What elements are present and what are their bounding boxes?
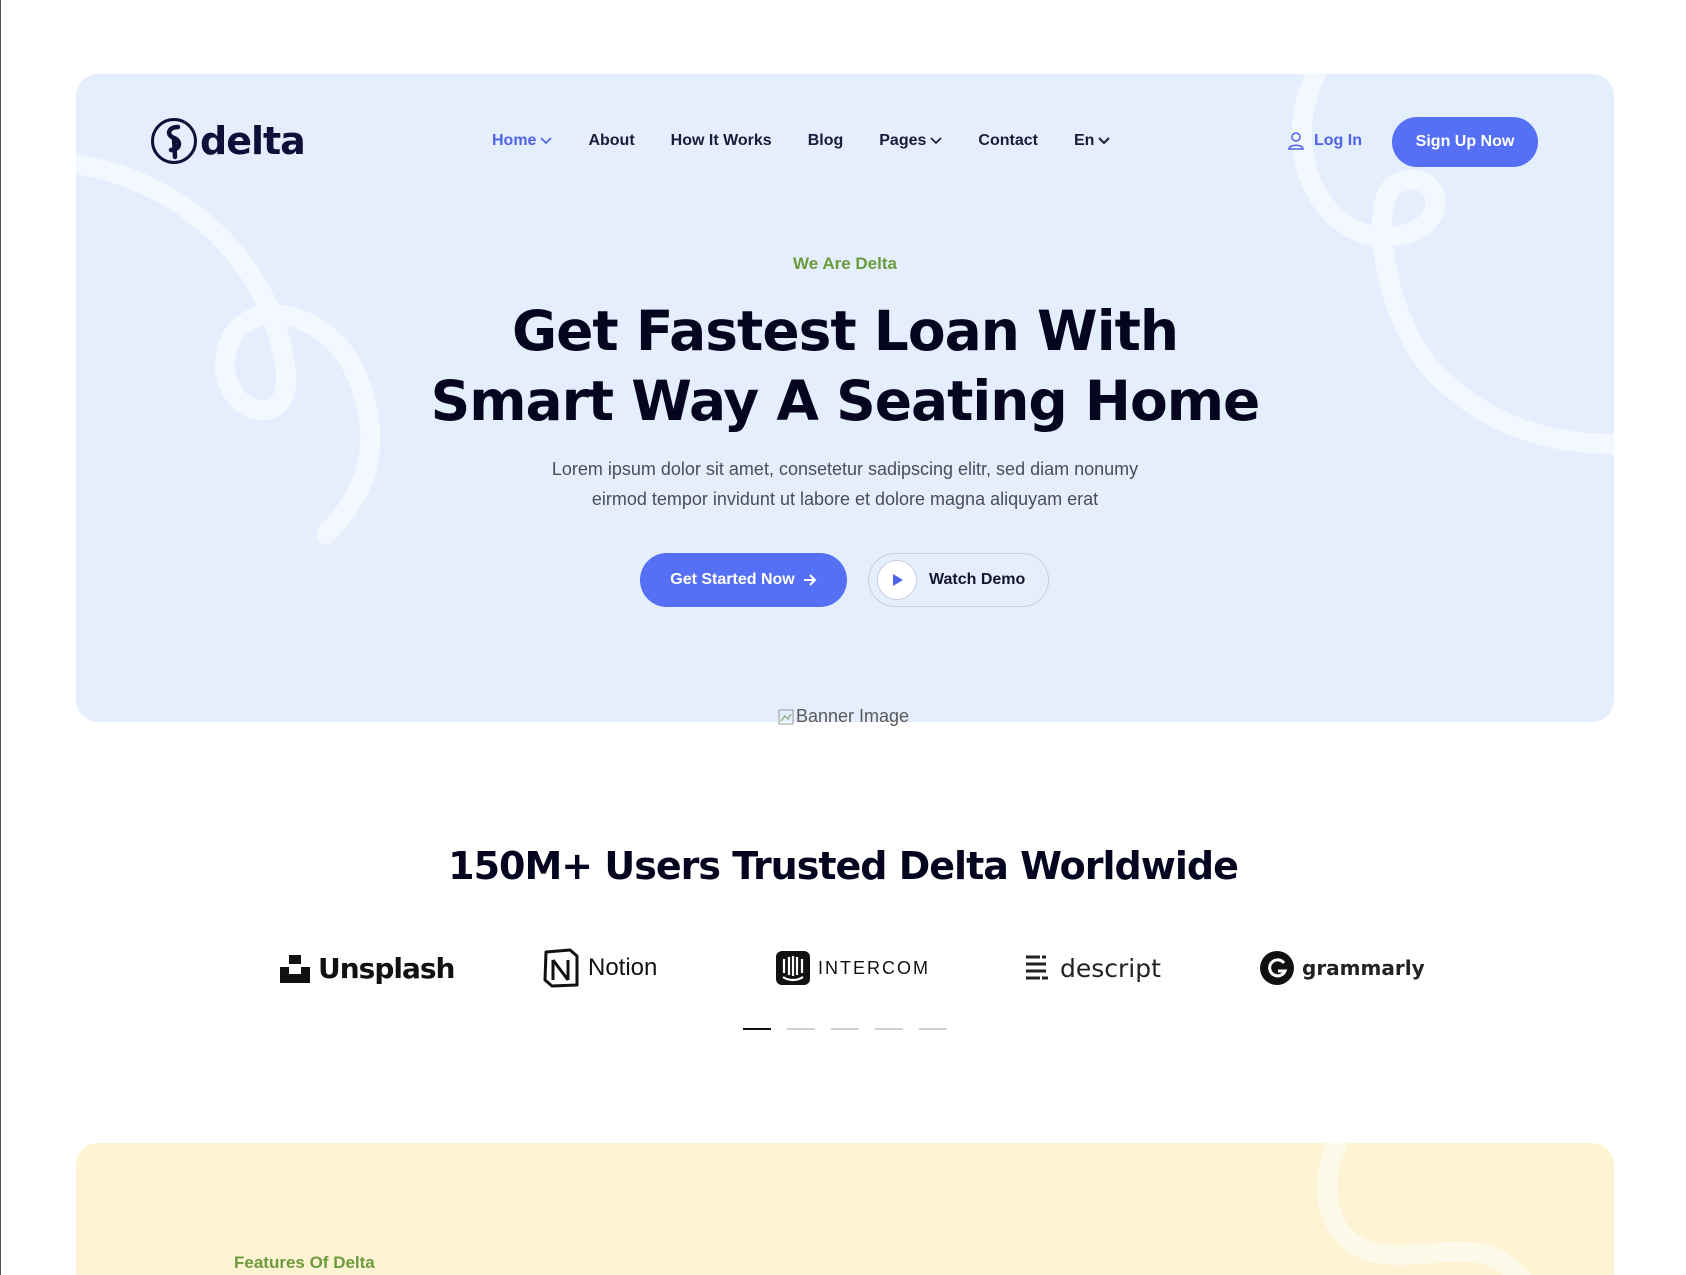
hero-headline: Get Fastest Loan With Smart Way A Seatin… — [345, 296, 1345, 436]
features-eyebrow: Features Of Delta — [234, 1253, 375, 1272]
nav-item-label: Blog — [807, 132, 844, 149]
features-section: Features Of Delta — [76, 1143, 1614, 1275]
sign-up-button[interactable]: Sign Up Now — [1392, 117, 1538, 167]
hero-section: delta Home About How It Works Blog Pages… — [76, 74, 1614, 722]
brand-logo-descript: descript — [1024, 946, 1161, 990]
language-selector[interactable]: En — [1073, 132, 1111, 150]
chevron-down-icon — [540, 137, 553, 145]
slider-dot[interactable] — [831, 1028, 859, 1030]
brand-logo[interactable]: delta — [150, 117, 306, 165]
main-nav: Home About How It Works Blog Pages Conta… — [492, 132, 1111, 150]
slider-dot[interactable] — [787, 1028, 815, 1030]
nav-item-label: Home — [492, 132, 537, 149]
hero-eyebrow: We Are Delta — [793, 254, 897, 273]
headline-line-2: Smart Way A Seating Home — [430, 369, 1261, 433]
brand-logo-unsplash: Unsplash — [280, 946, 455, 990]
intercom-icon — [776, 951, 810, 985]
slider-dot[interactable] — [875, 1028, 903, 1030]
description-line-2: eirmod tempor invidunt ut labore et dolo… — [591, 489, 1099, 509]
grammarly-icon — [1260, 951, 1294, 985]
brand-name-grammarly: grammarly — [1302, 956, 1425, 980]
login-link[interactable]: Log In — [1288, 132, 1362, 150]
nav-item-about[interactable]: About — [588, 132, 634, 150]
login-label: Log In — [1314, 132, 1362, 149]
user-icon — [1288, 132, 1304, 150]
nav-item-home[interactable]: Home — [492, 132, 553, 150]
window-edge — [0, 0, 1, 1275]
get-started-label: Get Started Now — [670, 571, 795, 588]
nav-item-how-it-works[interactable]: How It Works — [671, 132, 772, 150]
arrow-right-icon — [803, 574, 817, 586]
slider-pagination — [743, 1028, 947, 1030]
brand-name-intercom: INTERCOM — [818, 957, 930, 978]
broken-image-icon — [778, 709, 794, 724]
brand-name: delta — [200, 119, 306, 163]
nav-item-label: How It Works — [670, 132, 772, 149]
chevron-down-icon — [930, 137, 942, 145]
banner-image: Banner Image — [778, 706, 909, 727]
language-label: En — [1073, 132, 1095, 149]
delta-logo-icon — [151, 118, 197, 164]
nav-item-pages[interactable]: Pages — [879, 132, 942, 150]
brand-logo-intercom: INTERCOM — [776, 946, 930, 990]
nav-item-label: Pages — [879, 132, 927, 149]
trusted-heading: 150M+ Users Trusted Delta Worldwide — [448, 844, 1239, 888]
watch-demo-label: Watch Demo — [929, 571, 1026, 588]
brand-name-notion: Notion — [588, 954, 658, 981]
nav-item-label: Contact — [978, 132, 1038, 149]
slider-dot[interactable] — [919, 1028, 947, 1030]
hero-description: Lorem ipsum dolor sit amet, consetetur s… — [495, 454, 1195, 514]
nav-item-label: About — [588, 132, 635, 149]
banner-image-alt: Banner Image — [796, 706, 910, 726]
headline-line-1: Get Fastest Loan With — [511, 299, 1179, 363]
nav-item-contact[interactable]: Contact — [978, 132, 1038, 150]
watch-demo-button[interactable]: Watch Demo — [868, 553, 1049, 607]
slider-dot[interactable] — [743, 1028, 771, 1030]
brand-name-descript: descript — [1060, 953, 1161, 983]
brand-logo-grammarly: grammarly — [1260, 946, 1425, 990]
unsplash-icon — [280, 955, 310, 983]
play-icon — [877, 560, 917, 600]
nav-item-blog[interactable]: Blog — [808, 132, 844, 150]
notion-icon — [543, 948, 579, 988]
brand-logo-notion: Notion — [542, 946, 657, 990]
descript-icon — [1026, 955, 1048, 980]
chevron-down-icon — [1098, 137, 1111, 145]
get-started-button[interactable]: Get Started Now — [640, 553, 847, 607]
description-line-1: Lorem ipsum dolor sit amet, consetetur s… — [551, 459, 1139, 479]
brand-name-unsplash: Unsplash — [318, 951, 455, 985]
